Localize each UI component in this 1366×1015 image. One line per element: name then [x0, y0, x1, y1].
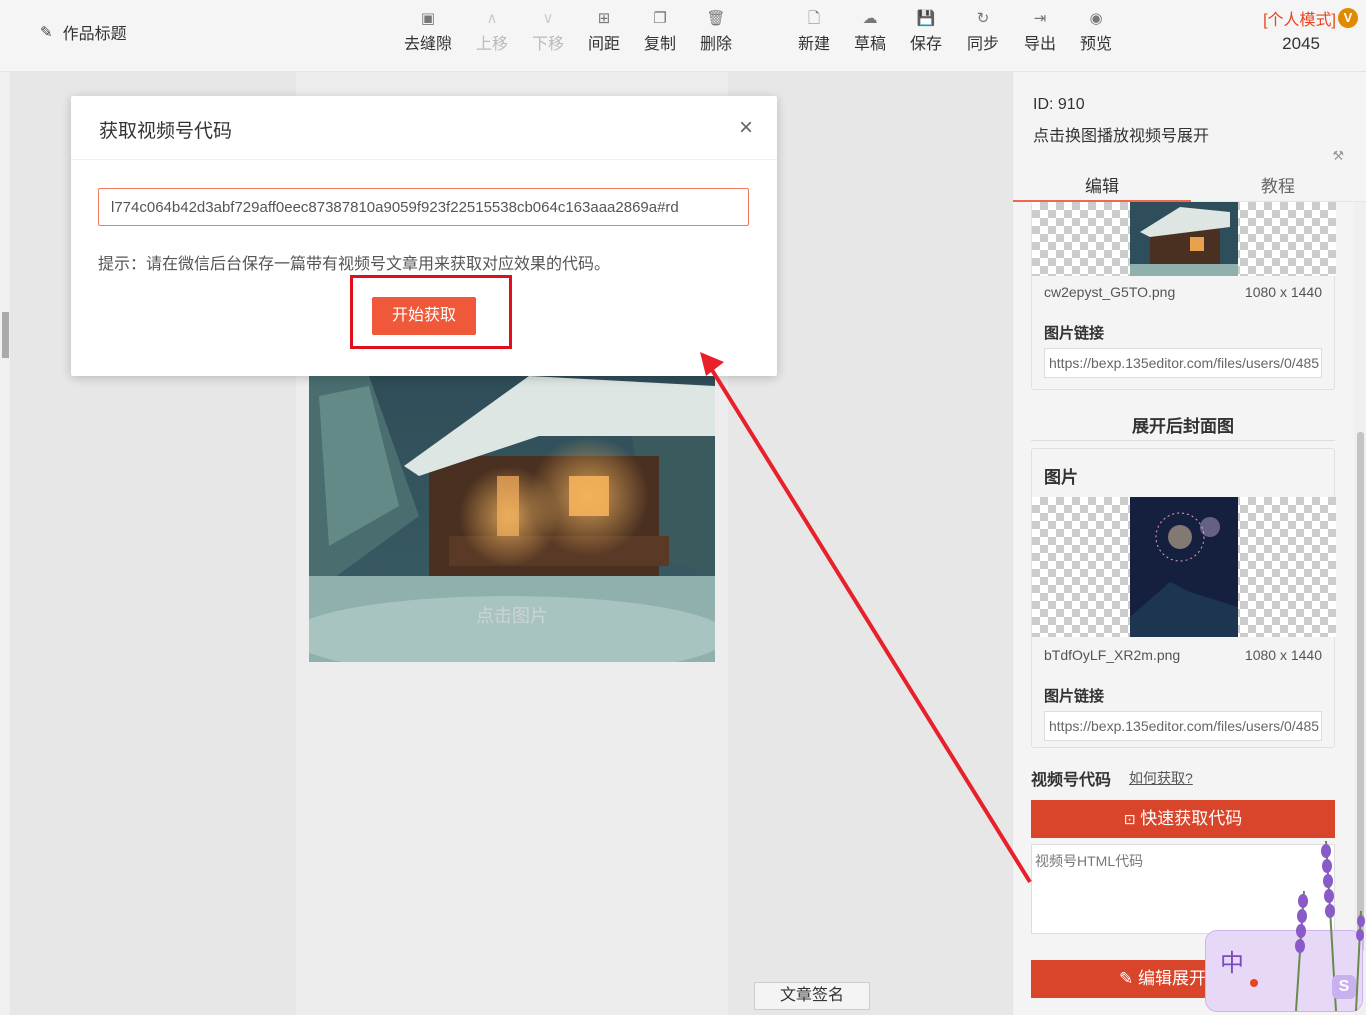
image-filename: bTdfOyLF_XR2m.png — [1044, 647, 1181, 663]
toolbar-button-9[interactable]: ↻ 同步 — [955, 8, 1011, 54]
component-name: 点击换图播放视频号展开 — [1033, 128, 1210, 145]
signature-button[interactable]: 文章签名 — [754, 982, 870, 1010]
toolbar-button-label: 下移 — [531, 36, 564, 53]
how-to-get-link[interactable]: 如何获取? — [1129, 768, 1193, 788]
image-caption: 点击图片 — [476, 606, 548, 626]
toolbar-button-5[interactable]: 🗑 删除 — [688, 8, 744, 54]
toolbar-button-7[interactable]: ☁ 草稿 — [842, 8, 898, 54]
sogou-logo-icon[interactable]: S — [1332, 975, 1356, 999]
video-code-label: 视频号代码 — [1031, 772, 1112, 789]
toolbar-button-label: 间距 — [587, 36, 620, 53]
toolbar-button-1[interactable]: ∧ 上移 — [464, 8, 520, 54]
cloud-icon: ☁ — [862, 10, 878, 27]
tab-tutorial[interactable]: 教程 — [1261, 172, 1295, 197]
sync-icon: ↻ — [976, 10, 990, 27]
export-icon: ⇥ — [1033, 10, 1047, 27]
ime-lang-indicator[interactable]: 中 — [1220, 943, 1244, 978]
toolbar-button-2[interactable]: ∨ 下移 — [520, 8, 576, 54]
tab-edit[interactable]: 编辑 — [1085, 172, 1119, 197]
toolbar-button-label: 复制 — [643, 36, 676, 53]
trash-icon: 🗑 — [706, 10, 726, 27]
work-title-text: 作品标题 — [62, 26, 127, 43]
ime-status-dot — [1250, 979, 1258, 987]
toolbar-button-0[interactable]: ▣ 去缝隙 — [400, 8, 456, 54]
expanded-cover-title: 展开后封面图 — [1132, 417, 1234, 436]
toolbar-button-label: 去缝隙 — [403, 36, 452, 53]
toolbar-button-label: 保存 — [909, 36, 942, 53]
fireworks-thumbnail[interactable] — [1130, 497, 1238, 637]
pencil-icon: ✎ — [40, 24, 53, 41]
modal-header: 获取视频号代码 × — [71, 96, 777, 160]
toolbar-button-label: 上移 — [475, 36, 508, 53]
gap-icon: ▣ — [420, 10, 436, 27]
modal-title: 获取视频号代码 — [99, 121, 233, 142]
spacing-icon: ⊞ — [597, 10, 611, 27]
down-icon: ∨ — [542, 10, 554, 27]
mode-area: [个人模式] V 2045 — [1263, 6, 1358, 54]
toolbar-button-label: 导出 — [1023, 36, 1056, 53]
eye-icon: ◉ — [1089, 10, 1103, 27]
copy-icon: ❐ — [653, 10, 667, 27]
tool-icon[interactable]: ⚒ — [1332, 148, 1344, 164]
up-icon: ∧ — [486, 10, 498, 27]
image-link-label: 图片链接 — [1044, 688, 1105, 705]
modal-hint: 提示：请在微信后台保存一篇带有视频号文章用来获取对应效果的代码。 — [98, 256, 611, 273]
panel-tabs: 编辑 教程 — [1013, 164, 1366, 202]
image-card-title: 图片 — [1044, 468, 1078, 487]
section-divider — [1031, 440, 1335, 441]
pencil-icon: ✎ — [1119, 969, 1134, 988]
image-link-input[interactable]: https://bexp.135editor.com/files/users/0… — [1044, 711, 1322, 741]
toolbar-button-label: 同步 — [966, 36, 999, 53]
edit-expand-label: 编辑展开 — [1137, 969, 1206, 988]
code-icon: ⊡ — [1123, 811, 1136, 827]
quick-get-code-label: 快速获取代码 — [1140, 809, 1243, 828]
image-card-expanded: 图片 bTdfOyLF_XR2m.png 1080 x 1440 图片链接 ht… — [1031, 448, 1336, 748]
personal-mode-link[interactable]: [个人模式] — [1263, 6, 1336, 30]
toolbar-button-label: 草稿 — [853, 36, 886, 53]
toolbar: ✎ 作品标题 ▣ 去缝隙 ∧ 上移 ∨ 下移 ⊞ 间距 ❐ 复制 🗑 删除 🗋 新建 ☁ 草稿 💾 保存 ↻ 同步 ⇥ 导… — [0, 0, 1366, 72]
toolbar-button-6[interactable]: 🗋 新建 — [786, 8, 842, 54]
image-size: 1080 x 1440 — [1244, 647, 1322, 663]
toolbar-button-label: 预览 — [1079, 36, 1112, 53]
vip-badge-icon: V — [1338, 8, 1358, 28]
cabin-image[interactable]: 点击图片 — [309, 376, 715, 662]
image-card-cover: cw2epyst_G5TO.png 1080 x 1440 图片链接 https… — [1031, 202, 1336, 390]
save-icon: 💾 — [916, 10, 936, 27]
image-filename: cw2epyst_G5TO.png — [1044, 284, 1176, 300]
highlight-annotation — [350, 275, 512, 349]
close-icon[interactable]: × — [739, 114, 753, 142]
toolbar-button-8[interactable]: 💾 保存 — [898, 8, 954, 54]
image-link-label: 图片链接 — [1044, 325, 1105, 342]
toolbar-button-label: 删除 — [699, 36, 732, 53]
work-title[interactable]: ✎ 作品标题 — [40, 20, 127, 44]
toolbar-button-10[interactable]: ⇥ 导出 — [1012, 8, 1068, 54]
count-value: 2045 — [1282, 34, 1320, 53]
toolbar-button-label: 新建 — [797, 36, 830, 53]
toolbar-button-3[interactable]: ⊞ 间距 — [576, 8, 632, 54]
new-file-icon: 🗋 — [807, 10, 821, 27]
cover-thumbnail[interactable] — [1130, 202, 1238, 276]
toolbar-button-11[interactable]: ◉ 预览 — [1068, 8, 1124, 54]
video-code-input[interactable] — [98, 188, 749, 226]
ime-widget[interactable]: 中 S — [1205, 840, 1365, 1012]
component-id: ID: 910 — [1033, 96, 1085, 113]
image-link-input[interactable]: https://bexp.135editor.com/files/users/0… — [1044, 348, 1322, 378]
left-scrollbar[interactable] — [0, 300, 10, 360]
toolbar-button-4[interactable]: ❐ 复制 — [632, 8, 688, 54]
image-size: 1080 x 1440 — [1244, 284, 1322, 300]
